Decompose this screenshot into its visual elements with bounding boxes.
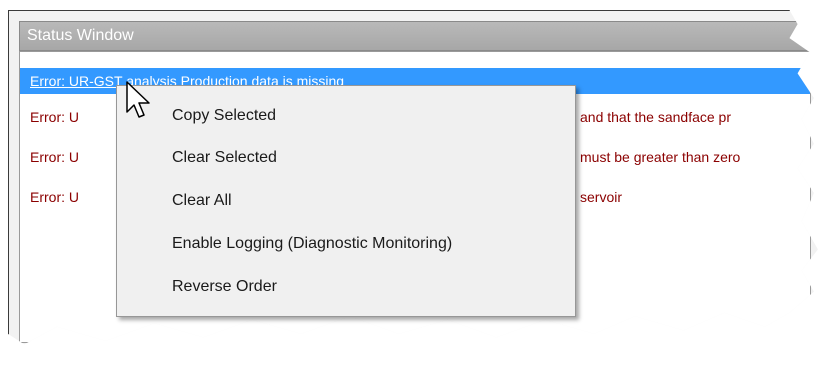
status-row-text: Error: U	[30, 189, 79, 205]
menu-item-label: Clear All	[172, 192, 232, 209]
menu-item-clear-all[interactable]: Clear All	[118, 181, 574, 221]
window-title: Status Window	[27, 27, 134, 44]
menu-item-copy-selected[interactable]: Copy Selected	[118, 96, 574, 136]
context-menu: Copy Selected Clear Selected Clear All E…	[116, 85, 576, 317]
window-titlebar: Status Window	[19, 21, 811, 51]
status-row-text: Error: U	[30, 109, 79, 125]
menu-item-label: Copy Selected	[172, 107, 277, 124]
menu-item-enable-logging[interactable]: Enable Logging (Diagnostic Monitoring)	[118, 224, 574, 264]
status-row-tail: must be greater than zero	[580, 149, 741, 165]
menu-item-label: Clear Selected	[172, 149, 277, 166]
menu-item-reverse-order[interactable]: Reverse Order	[118, 267, 574, 307]
status-row-tail: and that the sandface pr	[580, 109, 731, 125]
status-row-text: Error: U	[30, 149, 79, 165]
mouse-pointer-icon	[126, 81, 150, 118]
status-row-tail: servoir	[580, 189, 623, 205]
menu-item-label: Enable Logging (Diagnostic Monitoring)	[172, 235, 453, 252]
menu-item-clear-selected[interactable]: Clear Selected	[118, 138, 574, 178]
menu-item-label: Reverse Order	[172, 278, 277, 295]
